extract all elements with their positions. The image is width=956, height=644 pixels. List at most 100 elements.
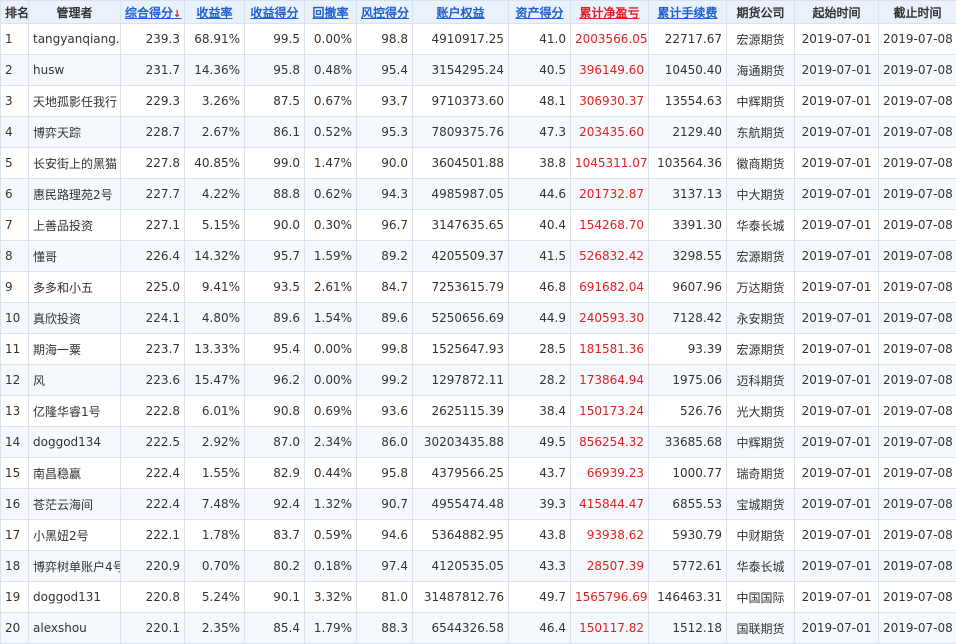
table-row[interactable]: 4博弈天踪228.72.67%86.10.52%95.37809375.7647… <box>1 117 956 148</box>
rank-cell: 8 <box>1 241 29 272</box>
return-rate-cell: 7.48% <box>185 489 245 520</box>
manager-cell[interactable]: tangyanqiang. <box>29 24 121 55</box>
return-score-cell: 87.5 <box>245 86 305 117</box>
table-row[interactable]: 3天地孤影任我行229.33.26%87.50.67%93.79710373.6… <box>1 86 956 117</box>
header-equity[interactable]: 账户权益 <box>413 1 509 24</box>
manager-cell[interactable]: alexshou <box>29 613 121 644</box>
table-row[interactable]: 2husw231.714.36%95.80.48%95.43154295.244… <box>1 55 956 86</box>
rank-cell: 17 <box>1 520 29 551</box>
manager-cell[interactable]: 懂哥 <box>29 241 121 272</box>
manager-cell[interactable]: 真欣投资 <box>29 303 121 334</box>
table-row[interactable]: 14doggod134222.52.92%87.02.34%86.0302034… <box>1 427 956 458</box>
return-rate-cell: 40.85% <box>185 148 245 179</box>
manager-cell[interactable]: 苍茫云海间 <box>29 489 121 520</box>
manager-cell[interactable]: 博弈树单账户4号 <box>29 551 121 582</box>
risk-score-cell: 90.0 <box>357 148 413 179</box>
table-row[interactable]: 18博弈树单账户4号220.90.70%80.20.18%97.44120535… <box>1 551 956 582</box>
asset-score-cell: 28.2 <box>509 365 571 396</box>
manager-cell[interactable]: 惠民路理苑2号 <box>29 179 121 210</box>
end-date-cell: 2019-07-08 <box>879 489 956 520</box>
composite-score-cell: 227.8 <box>121 148 185 179</box>
manager-cell[interactable]: 长安街上的黑猫 <box>29 148 121 179</box>
return-score-cell: 82.9 <box>245 458 305 489</box>
table-row[interactable]: 12风223.615.47%96.20.00%99.21297872.1128.… <box>1 365 956 396</box>
header-return-score[interactable]: 收益得分 <box>245 1 305 24</box>
return-score-cell: 96.2 <box>245 365 305 396</box>
table-row[interactable]: 17小黑妞2号222.11.78%83.70.59%94.65364882.95… <box>1 520 956 551</box>
rank-cell: 10 <box>1 303 29 334</box>
table-row[interactable]: 10真欣投资224.14.80%89.61.54%89.65250656.694… <box>1 303 956 334</box>
end-date-cell: 2019-07-08 <box>879 365 956 396</box>
header-composite-score[interactable]: 综合得分↓ <box>121 1 185 24</box>
header-asset-score[interactable]: 资产得分 <box>509 1 571 24</box>
return-rate-cell: 0.70% <box>185 551 245 582</box>
risk-score-cell: 94.3 <box>357 179 413 210</box>
table-row[interactable]: 16苍茫云海间222.47.48%92.41.32%90.74955474.48… <box>1 489 956 520</box>
drawdown-cell: 1.54% <box>305 303 357 334</box>
manager-cell[interactable]: 期海一粟 <box>29 334 121 365</box>
header-cum-pnl[interactable]: 累计净盈亏 <box>571 1 649 24</box>
table-row[interactable]: 13亿隆华睿1号222.86.01%90.80.69%93.62625115.3… <box>1 396 956 427</box>
table-row[interactable]: 5长安街上的黑猫227.840.85%99.01.47%90.03604501.… <box>1 148 956 179</box>
table-row[interactable]: 20alexshou220.12.35%85.41.79%88.36544326… <box>1 613 956 644</box>
cum-pnl-cell: 415844.47 <box>571 489 649 520</box>
rank-cell: 13 <box>1 396 29 427</box>
asset-score-cell: 49.7 <box>509 582 571 613</box>
manager-cell[interactable]: 风 <box>29 365 121 396</box>
start-date-cell: 2019-07-01 <box>795 303 879 334</box>
risk-score-cell: 89.2 <box>357 241 413 272</box>
header-cum-fee[interactable]: 累计手续费 <box>649 1 727 24</box>
broker-cell: 国联期货 <box>727 613 795 644</box>
start-date-cell: 2019-07-01 <box>795 458 879 489</box>
composite-score-cell: 227.7 <box>121 179 185 210</box>
table-row[interactable]: 15南昌稳赢222.41.55%82.90.44%95.84379566.254… <box>1 458 956 489</box>
broker-cell: 海通期货 <box>727 55 795 86</box>
equity-cell: 30203435.88 <box>413 427 509 458</box>
manager-cell[interactable]: 上善品投资 <box>29 210 121 241</box>
manager-cell[interactable]: 博弈天踪 <box>29 117 121 148</box>
header-risk-score[interactable]: 风控得分 <box>357 1 413 24</box>
return-score-cell: 95.4 <box>245 334 305 365</box>
rank-cell: 2 <box>1 55 29 86</box>
return-score-cell: 95.7 <box>245 241 305 272</box>
drawdown-cell: 0.59% <box>305 520 357 551</box>
manager-cell[interactable]: doggod134 <box>29 427 121 458</box>
header-end-date: 截止时间 <box>879 1 956 24</box>
drawdown-cell: 3.32% <box>305 582 357 613</box>
end-date-cell: 2019-07-08 <box>879 55 956 86</box>
table-row[interactable]: 6惠民路理苑2号227.74.22%88.80.62%94.34985987.0… <box>1 179 956 210</box>
manager-cell[interactable]: doggod131 <box>29 582 121 613</box>
manager-cell[interactable]: 南昌稳赢 <box>29 458 121 489</box>
table-row[interactable]: 1tangyanqiang.239.368.91%99.50.00%98.849… <box>1 24 956 55</box>
return-score-cell: 86.1 <box>245 117 305 148</box>
header-drawdown[interactable]: 回撤率 <box>305 1 357 24</box>
manager-cell[interactable]: husw <box>29 55 121 86</box>
table-row[interactable]: 11期海一粟223.713.33%95.40.00%99.81525647.93… <box>1 334 956 365</box>
end-date-cell: 2019-07-08 <box>879 582 956 613</box>
broker-cell: 中财期货 <box>727 520 795 551</box>
rank-cell: 16 <box>1 489 29 520</box>
start-date-cell: 2019-07-01 <box>795 334 879 365</box>
return-rate-cell: 68.91% <box>185 24 245 55</box>
return-rate-cell: 14.32% <box>185 241 245 272</box>
cum-fee-cell: 6855.53 <box>649 489 727 520</box>
broker-cell: 中辉期货 <box>727 427 795 458</box>
composite-score-cell: 226.4 <box>121 241 185 272</box>
rank-cell: 15 <box>1 458 29 489</box>
table-row[interactable]: 19doggod131220.85.24%90.13.32%81.0314878… <box>1 582 956 613</box>
table-row[interactable]: 9多多和小五225.09.41%93.52.61%84.77253615.794… <box>1 272 956 303</box>
risk-score-cell: 94.6 <box>357 520 413 551</box>
equity-cell: 7253615.79 <box>413 272 509 303</box>
asset-score-cell: 38.4 <box>509 396 571 427</box>
manager-cell[interactable]: 亿隆华睿1号 <box>29 396 121 427</box>
table-row[interactable]: 8懂哥226.414.32%95.71.59%89.24205509.3741.… <box>1 241 956 272</box>
broker-cell: 东航期货 <box>727 117 795 148</box>
table-row[interactable]: 7上善品投资227.15.15%90.00.30%96.73147635.654… <box>1 210 956 241</box>
manager-cell[interactable]: 天地孤影任我行 <box>29 86 121 117</box>
manager-cell[interactable]: 多多和小五 <box>29 272 121 303</box>
end-date-cell: 2019-07-08 <box>879 520 956 551</box>
header-return-rate[interactable]: 收益率 <box>185 1 245 24</box>
manager-cell[interactable]: 小黑妞2号 <box>29 520 121 551</box>
asset-score-cell: 43.7 <box>509 458 571 489</box>
risk-score-cell: 81.0 <box>357 582 413 613</box>
